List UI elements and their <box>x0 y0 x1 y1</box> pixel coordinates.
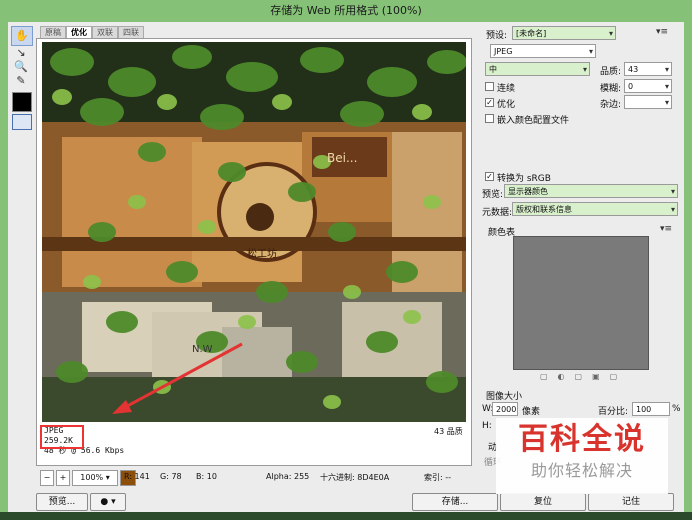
view-tabs: 原稿 优化 双联 四联 <box>36 26 472 39</box>
window-title: 存储为 Web 所用格式 (100%) <box>0 0 692 22</box>
quality-value: 43 <box>628 65 639 74</box>
preview-image[interactable]: Bei... N.W 松工坊 <box>42 42 466 422</box>
preset-select[interactable]: [未命名] ▾ <box>512 26 616 40</box>
preset-value: [未命名] <box>516 29 547 38</box>
watermark-title: 百科全说 <box>518 422 646 457</box>
format-select[interactable]: JPEG ▾ <box>490 44 596 58</box>
width-value: 2000 <box>496 405 517 414</box>
zoom-out-button[interactable]: − <box>40 470 54 486</box>
blur-input[interactable]: 0 ▾ <box>624 79 672 93</box>
color-table-tools[interactable]: ▢◐▢▣▢ <box>540 372 640 382</box>
preview-button[interactable]: 预览... <box>36 493 88 511</box>
quality-level-value: 中 <box>489 65 497 74</box>
optimize-menu-icon[interactable]: ▾≡ <box>656 27 668 37</box>
status-bar: − + 100% ▾ R: 141 G: 78 B: 10 Alpha: 255… <box>36 470 472 486</box>
alpha-value: Alpha: 255 <box>266 472 310 481</box>
preview-value: 显示器颜色 <box>508 187 548 196</box>
preview-label: 预览: <box>482 190 504 200</box>
blur-label: 模糊: <box>600 84 622 94</box>
color-table[interactable] <box>513 236 649 370</box>
quality-label: 品质: <box>600 67 622 77</box>
format-value: JPEG <box>494 47 513 56</box>
color-table-menu-icon[interactable]: ▾≡ <box>660 224 672 234</box>
annotation-arrow-icon <box>112 342 243 414</box>
window-frame-right <box>684 22 692 520</box>
width-input[interactable]: 2000 <box>492 402 518 416</box>
width-unit: 像素 <box>522 407 541 417</box>
color-table-label: 颜色表 <box>488 228 516 238</box>
embed-profile-checkbox[interactable] <box>485 114 494 123</box>
reset-button[interactable]: 复位 <box>500 493 586 511</box>
preview-select[interactable]: 显示器颜色 ▾ <box>504 184 678 198</box>
quality-readout: 43 品质 <box>434 427 463 436</box>
remember-button[interactable]: 记住 <box>588 493 674 511</box>
toggle-slices-icon[interactable] <box>12 114 32 130</box>
window-frame-left <box>0 22 8 520</box>
green-value: G: 78 <box>160 472 182 481</box>
percent-input[interactable]: 100 <box>632 402 670 416</box>
watermark-logo: 百科全说 助你轻松解决 <box>496 418 668 494</box>
blur-value: 0 <box>628 82 634 91</box>
zoom-select[interactable]: 100% ▾ <box>72 470 118 486</box>
hex-value: 十六进制: 8D4E0A <box>320 473 390 482</box>
progressive-checkbox[interactable] <box>485 82 494 91</box>
convert-srgb-label: 转换为 sRGB <box>497 174 551 184</box>
index-value: 索引: -- <box>424 473 452 482</box>
percent-label: 百分比: <box>598 407 629 417</box>
image-size-label: 图像大小 <box>486 392 523 402</box>
watermark-subtitle: 助你轻松解决 <box>530 461 633 480</box>
metadata-select[interactable]: 版权和联系信息 ▾ <box>512 202 678 216</box>
photo-shop-text: 松工坊 <box>247 247 277 260</box>
zoom-in-button[interactable]: + <box>56 470 70 486</box>
photo-sign-text: Bei... <box>327 151 357 165</box>
quality-input[interactable]: 43 ▾ <box>624 62 672 76</box>
optimized-label: 优化 <box>497 100 516 110</box>
quality-level-select[interactable]: 中 ▾ <box>485 62 590 76</box>
height-label: H: <box>482 421 492 431</box>
matte-label: 杂边: <box>600 100 622 110</box>
taskbar <box>0 512 692 520</box>
metadata-label: 元数据: <box>482 208 513 218</box>
percent-unit: % <box>672 404 681 414</box>
blue-value: B: 10 <box>196 472 217 481</box>
percent-value: 100 <box>636 405 652 414</box>
convert-srgb-checkbox[interactable]: ✓ <box>485 172 494 181</box>
matte-select[interactable]: ▾ <box>624 95 672 109</box>
progressive-label: 连续 <box>497 84 516 94</box>
preset-label: 预设: <box>486 31 508 41</box>
toolbox: ✋ ↘ 🔍 ✎ <box>8 22 34 462</box>
eyedropper-tool-icon[interactable]: ✎ <box>11 72 31 90</box>
eyedropper-color-swatch[interactable] <box>12 92 32 112</box>
zoom-value: 100% <box>80 473 104 482</box>
metadata-value: 版权和联系信息 <box>516 205 572 214</box>
embed-profile-label: 嵌入颜色配置文件 <box>497 116 570 126</box>
hand-tool-icon[interactable]: ✋ <box>11 26 33 46</box>
red-value: R: 141 <box>124 472 150 481</box>
optimized-checkbox[interactable]: ✓ <box>485 98 494 107</box>
save-button[interactable]: 存储... <box>412 493 498 511</box>
annotation-highlight-box <box>40 425 84 449</box>
browser-select-button[interactable]: ● ▾ <box>90 493 126 511</box>
